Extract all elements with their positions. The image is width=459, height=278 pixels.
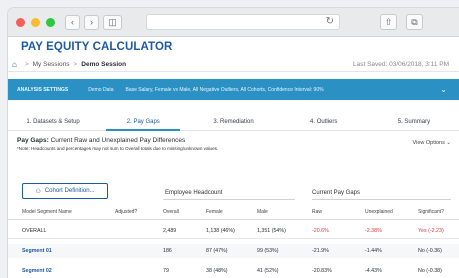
group-divider: [312, 199, 451, 200]
tab-summary[interactable]: 5. Summary: [369, 114, 459, 130]
female-count: 1,138 (46%): [206, 228, 235, 234]
tab-pay-gaps[interactable]: 2. Pay Gaps: [98, 114, 188, 131]
group-divider: [163, 199, 295, 200]
current-pay-gaps-header: Current Pay Gaps: [312, 190, 361, 196]
segment-name: OVERALL: [22, 228, 47, 234]
raw-gap: -21.9%: [312, 248, 329, 254]
chevron-down-icon[interactable]: ⌄: [440, 85, 447, 94]
male-count: 41 (52%): [257, 268, 279, 274]
segment-name-link[interactable]: Segment 02: [22, 264, 52, 278]
analysis-settings-banner[interactable]: ANALYSIS SETTINGS Demo Data Base Salary,…: [8, 79, 459, 100]
section-note: *Note: Headcounts and percentages may no…: [17, 146, 219, 151]
col-male[interactable]: Male: [257, 205, 268, 219]
back-icon[interactable]: ‹: [65, 14, 80, 30]
app-header: PAY EQUITY CALCULATOR: [8, 37, 459, 57]
section-title: Pay Gaps: Current Raw and Unexplained Pa…: [17, 137, 459, 144]
last-saved-timestamp: Last Saved: 03/06/2018, 3:11 PM: [352, 60, 449, 68]
col-raw[interactable]: Raw: [312, 205, 322, 219]
people-icon: ⚇: [35, 188, 41, 195]
table-row[interactable]: Segment 01 186 87 (47%) 99 (53%) -21.9% …: [8, 244, 459, 258]
table-row[interactable]: OVERALL 2,489 1,138 (46%) 1,351 (54%) -2…: [8, 224, 459, 239]
banner-summary: Base Salary, Female vs Male, All Negativ…: [125, 86, 324, 93]
forward-icon[interactable]: ›: [84, 14, 99, 30]
breadcrumb-separator: >: [24, 60, 29, 68]
female-count: 87 (47%): [206, 248, 228, 254]
raw-gap: -20.6%: [312, 228, 329, 234]
breadcrumb-current-session: Demo Session: [81, 60, 127, 68]
pay-gaps-section: Pay Gaps: Current Raw and Unexplained Pa…: [8, 131, 459, 151]
raw-gap: -20.83%: [312, 268, 332, 274]
overall-count: 79: [163, 268, 169, 274]
minimize-window-button[interactable]: [31, 17, 40, 27]
reload-icon[interactable]: ↻: [326, 16, 334, 27]
table-row[interactable]: Segment 02 79 38 (48%) 41 (52%) -20.83% …: [8, 264, 459, 278]
address-bar[interactable]: ↻: [146, 14, 340, 30]
significant-value: Yes (-2.23): [418, 228, 444, 234]
view-options-label: View Options: [412, 140, 445, 146]
maximize-window-button[interactable]: [46, 17, 55, 27]
close-window-button[interactable]: [16, 17, 25, 27]
cohort-definition-button[interactable]: ⚇ Cohort Definition...: [22, 183, 108, 199]
col-unexplained[interactable]: Unexplained: [365, 205, 393, 219]
table-header: Model Segment Name Adjusted? Overall Fem…: [8, 205, 459, 220]
section-title-rest: Current Raw and Unexplained Pay Differen…: [50, 137, 186, 144]
breadcrumb-separator: >: [73, 60, 78, 68]
banner-source: Demo Data: [88, 86, 114, 93]
col-overall[interactable]: Overall: [163, 205, 179, 219]
segment-name-link[interactable]: Segment 01: [22, 244, 52, 258]
browser-toolbar: ‹ › ◫ ↻ ⇧ ⧉: [8, 8, 459, 37]
col-adjusted[interactable]: Adjusted?: [115, 205, 137, 219]
unexplained-gap: -1.44%: [365, 248, 382, 254]
breadcrumb-my-sessions[interactable]: My Sessions: [33, 61, 70, 68]
col-significant[interactable]: Significant?: [418, 205, 444, 219]
significant-value: No (-0.38): [418, 268, 442, 274]
chevron-down-icon: ⌄: [446, 140, 451, 146]
female-count: 38 (48%): [206, 268, 228, 274]
col-female[interactable]: Female: [206, 205, 223, 219]
tab-remediation[interactable]: 3. Remediation: [188, 114, 278, 130]
overall-count: 2,489: [163, 228, 177, 234]
male-count: 99 (53%): [257, 248, 279, 254]
breadcrumb: ⌂ > My Sessions > Demo Session Last Save…: [8, 57, 459, 72]
cohort-definition-label: Cohort Definition...: [44, 188, 95, 194]
home-icon[interactable]: ⌂: [12, 60, 17, 69]
browser-window: ‹ › ◫ ↻ ⇧ ⧉ PAY EQUITY CALCULATOR ⌂ > My…: [8, 8, 459, 278]
share-icon[interactable]: ⇧: [380, 14, 397, 30]
view-options-dropdown[interactable]: View Options ⌄: [413, 140, 451, 146]
significant-value: No (-0.36): [418, 248, 442, 254]
unexplained-gap: -2.38%: [365, 228, 382, 234]
sidebar-toggle-icon[interactable]: ◫: [103, 14, 122, 30]
unexplained-gap: -4.43%: [365, 268, 382, 274]
app-title: PAY EQUITY CALCULATOR: [21, 41, 173, 53]
male-count: 1,351 (54%): [257, 228, 286, 234]
tabs-icon[interactable]: ⧉: [406, 14, 423, 30]
section-title-bold: Pay Gaps:: [17, 137, 49, 144]
col-model-segment-name[interactable]: Model Segment Name: [22, 205, 72, 219]
step-tabs: 1. Datasets & Setup 2. Pay Gaps 3. Remed…: [8, 114, 459, 131]
tab-datasets-setup[interactable]: 1. Datasets & Setup: [8, 114, 98, 130]
overall-count: 186: [163, 248, 172, 254]
employee-headcount-header: Employee Headcount: [165, 190, 223, 196]
banner-label: ANALYSIS SETTINGS: [17, 86, 69, 93]
tab-outliers[interactable]: 4. Outliers: [279, 114, 369, 130]
